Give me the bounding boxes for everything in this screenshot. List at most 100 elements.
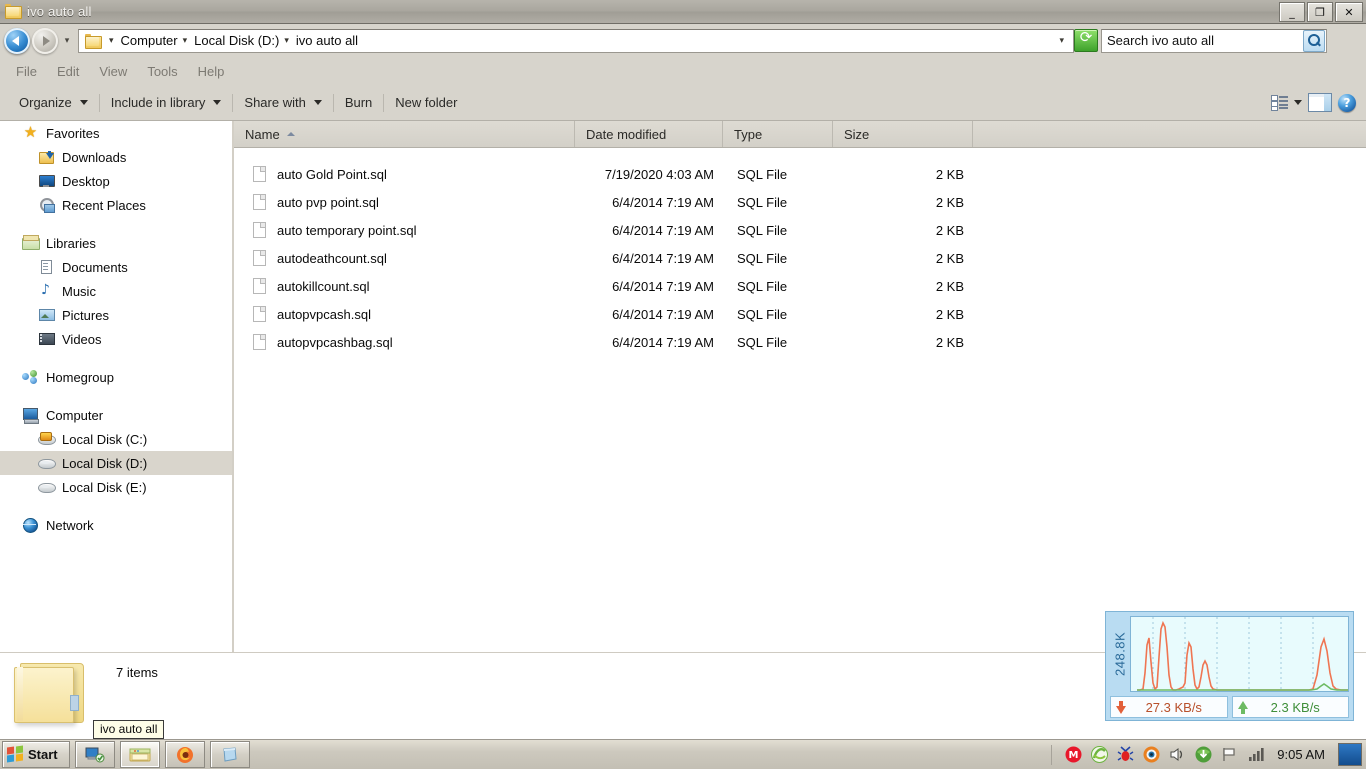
window-title-bar[interactable]: ivo auto all _ ❐ ✕ — [0, 0, 1366, 24]
network-monitor-gadget[interactable]: 248.8K 27.3 KB/s 2.3 KB/s — [1105, 611, 1354, 721]
address-dropdown-icon[interactable]: ▾ — [1052, 35, 1071, 46]
upload-arrow-icon — [1237, 700, 1248, 714]
table-row[interactable]: autopvpcash.sql 6/4/2014 7:19 AM SQL Fil… — [234, 300, 1366, 328]
table-row[interactable]: autopvpcashbag.sql 6/4/2014 7:19 AM SQL … — [234, 328, 1366, 356]
sidebar-item-pictures[interactable]: Pictures — [0, 303, 232, 327]
mega-icon[interactable]: M — [1065, 746, 1082, 763]
include-in-library-button[interactable]: Include in library — [102, 90, 231, 115]
sidebar-item-homegroup[interactable]: Homegroup — [0, 365, 232, 389]
menu-file[interactable]: File — [6, 61, 47, 82]
preview-pane-icon[interactable] — [1308, 93, 1332, 112]
file-list-view[interactable]: Name Date modified Type Size auto Gold P… — [234, 121, 1366, 652]
burn-button[interactable]: Burn — [336, 90, 381, 115]
menu-view[interactable]: View — [89, 61, 137, 82]
sidebar-item-documents[interactable]: Documents — [0, 255, 232, 279]
flag-icon[interactable] — [1221, 746, 1238, 763]
forward-button[interactable] — [32, 27, 58, 54]
green-swirl-icon[interactable] — [1091, 746, 1109, 763]
taskbar-button-explorer[interactable] — [119, 741, 160, 768]
sidebar-item-desktop[interactable]: Desktop — [0, 169, 232, 193]
table-row[interactable]: auto pvp point.sql 6/4/2014 7:19 AM SQL … — [234, 188, 1366, 216]
recent-pages-dropdown[interactable]: ▾ — [61, 35, 73, 46]
sidebar-item-libraries[interactable]: Libraries — [0, 231, 232, 255]
window-title: ivo auto all — [27, 4, 92, 19]
taskbar-button-network-app[interactable] — [74, 741, 115, 768]
file-name-cell[interactable]: autodeathcount.sql — [234, 250, 575, 266]
show-desktop-button[interactable] — [1338, 743, 1362, 766]
sidebar-item-local-disk-d[interactable]: Local Disk (D:) — [0, 451, 232, 475]
volume-icon[interactable] — [1169, 746, 1186, 763]
refresh-button[interactable] — [1074, 28, 1098, 52]
table-row[interactable]: auto temporary point.sql 6/4/2014 7:19 A… — [234, 216, 1366, 244]
large-folder-icon — [14, 661, 90, 725]
table-row[interactable]: auto Gold Point.sql 7/19/2020 4:03 AM SQ… — [234, 160, 1366, 188]
breadcrumb-item-local-disk-d[interactable]: Local Disk (D:) — [191, 32, 282, 49]
close-button[interactable]: ✕ — [1335, 2, 1363, 22]
sidebar-item-downloads[interactable]: Downloads — [0, 145, 232, 169]
sidebar-item-computer[interactable]: Computer — [0, 403, 232, 427]
column-header-size[interactable]: Size — [833, 121, 973, 147]
file-name-cell[interactable]: autopvpcashbag.sql — [234, 334, 575, 350]
sidebar-item-local-disk-e[interactable]: Local Disk (E:) — [0, 475, 232, 499]
organize-button[interactable]: Organize — [10, 90, 97, 115]
sidebar-label-computer: Computer — [46, 407, 104, 423]
sidebar-item-recent-places[interactable]: Recent Places — [0, 193, 232, 217]
upload-stat: 2.3 KB/s — [1231, 696, 1349, 718]
search-input[interactable] — [1102, 32, 1303, 49]
network-stats: 27.3 KB/s 2.3 KB/s — [1110, 696, 1349, 718]
sidebar-item-favorites[interactable]: ★ Favorites — [0, 121, 232, 145]
navigation-pane[interactable]: ★ Favorites Downloads Desktop Recent Pla… — [0, 121, 232, 652]
search-box[interactable] — [1101, 28, 1327, 53]
new-folder-button[interactable]: New folder — [386, 90, 466, 115]
breadcrumb-sep-2[interactable]: ▾ — [282, 36, 293, 45]
column-header-name-label: Name — [245, 126, 280, 142]
minimize-button[interactable]: _ — [1279, 2, 1305, 22]
file-date: 6/4/2014 7:19 AM — [612, 278, 714, 294]
file-name-cell[interactable]: auto Gold Point.sql — [234, 166, 575, 182]
column-header-type[interactable]: Type — [723, 121, 833, 147]
breadcrumb-item-computer[interactable]: Computer — [118, 32, 181, 49]
menu-edit[interactable]: Edit — [47, 61, 89, 82]
sidebar-item-local-disk-c[interactable]: Local Disk (C:) — [0, 427, 232, 451]
file-name-cell[interactable]: autopvpcash.sql — [234, 306, 575, 322]
idm-icon[interactable] — [1195, 746, 1212, 763]
maximize-button[interactable]: ❐ — [1307, 2, 1333, 22]
menu-tools[interactable]: Tools — [137, 61, 187, 82]
column-header-name[interactable]: Name — [234, 121, 575, 147]
help-icon[interactable]: ? — [1338, 93, 1356, 112]
back-button[interactable] — [4, 27, 30, 54]
breadcrumb-item-ivo-auto-all[interactable]: ivo auto all — [293, 32, 361, 49]
view-options-chevron-down-icon[interactable] — [1294, 100, 1302, 105]
sql-file-icon — [253, 334, 266, 350]
orange-eye-icon[interactable] — [1143, 746, 1160, 763]
search-icon[interactable] — [1303, 29, 1325, 52]
list-view-icon[interactable] — [1271, 95, 1288, 111]
file-name-cell[interactable]: auto pvp point.sql — [234, 194, 575, 210]
sidebar-item-videos[interactable]: Videos — [0, 327, 232, 351]
table-row[interactable]: autodeathcount.sql 6/4/2014 7:19 AM SQL … — [234, 244, 1366, 272]
file-name-cell[interactable]: autokillcount.sql — [234, 278, 575, 294]
start-button[interactable]: Start — [2, 741, 70, 768]
table-row[interactable]: autokillcount.sql 6/4/2014 7:19 AM SQL F… — [234, 272, 1366, 300]
breadcrumb: ▾ Computer ▾ Local Disk (D:) ▾ ivo auto … — [107, 32, 361, 49]
sidebar-item-network[interactable]: Network — [0, 513, 232, 537]
signal-bars-icon[interactable] — [1247, 746, 1264, 763]
explorer-icon — [129, 748, 151, 761]
column-header-date-modified[interactable]: Date modified — [575, 121, 723, 147]
breadcrumb-sep-1[interactable]: ▾ — [181, 36, 192, 45]
sidebar-item-music[interactable]: Music — [0, 279, 232, 303]
file-name-cell[interactable]: auto temporary point.sql — [234, 222, 575, 238]
taskbar-button-firefox[interactable] — [164, 741, 205, 768]
bug-icon[interactable] — [1117, 746, 1134, 763]
taskbar-button-reader[interactable] — [209, 741, 250, 768]
address-folder-icon — [85, 34, 102, 49]
file-type: SQL File — [737, 334, 788, 350]
file-type: SQL File — [737, 222, 788, 238]
breadcrumb-sep-0[interactable]: ▾ — [107, 36, 118, 45]
menu-help[interactable]: Help — [188, 61, 235, 82]
address-bar[interactable]: ▾ Computer ▾ Local Disk (D:) ▾ ivo auto … — [78, 28, 1074, 53]
taskbar-clock[interactable]: 9:05 AM — [1273, 747, 1329, 762]
share-with-button[interactable]: Share with — [235, 90, 330, 115]
